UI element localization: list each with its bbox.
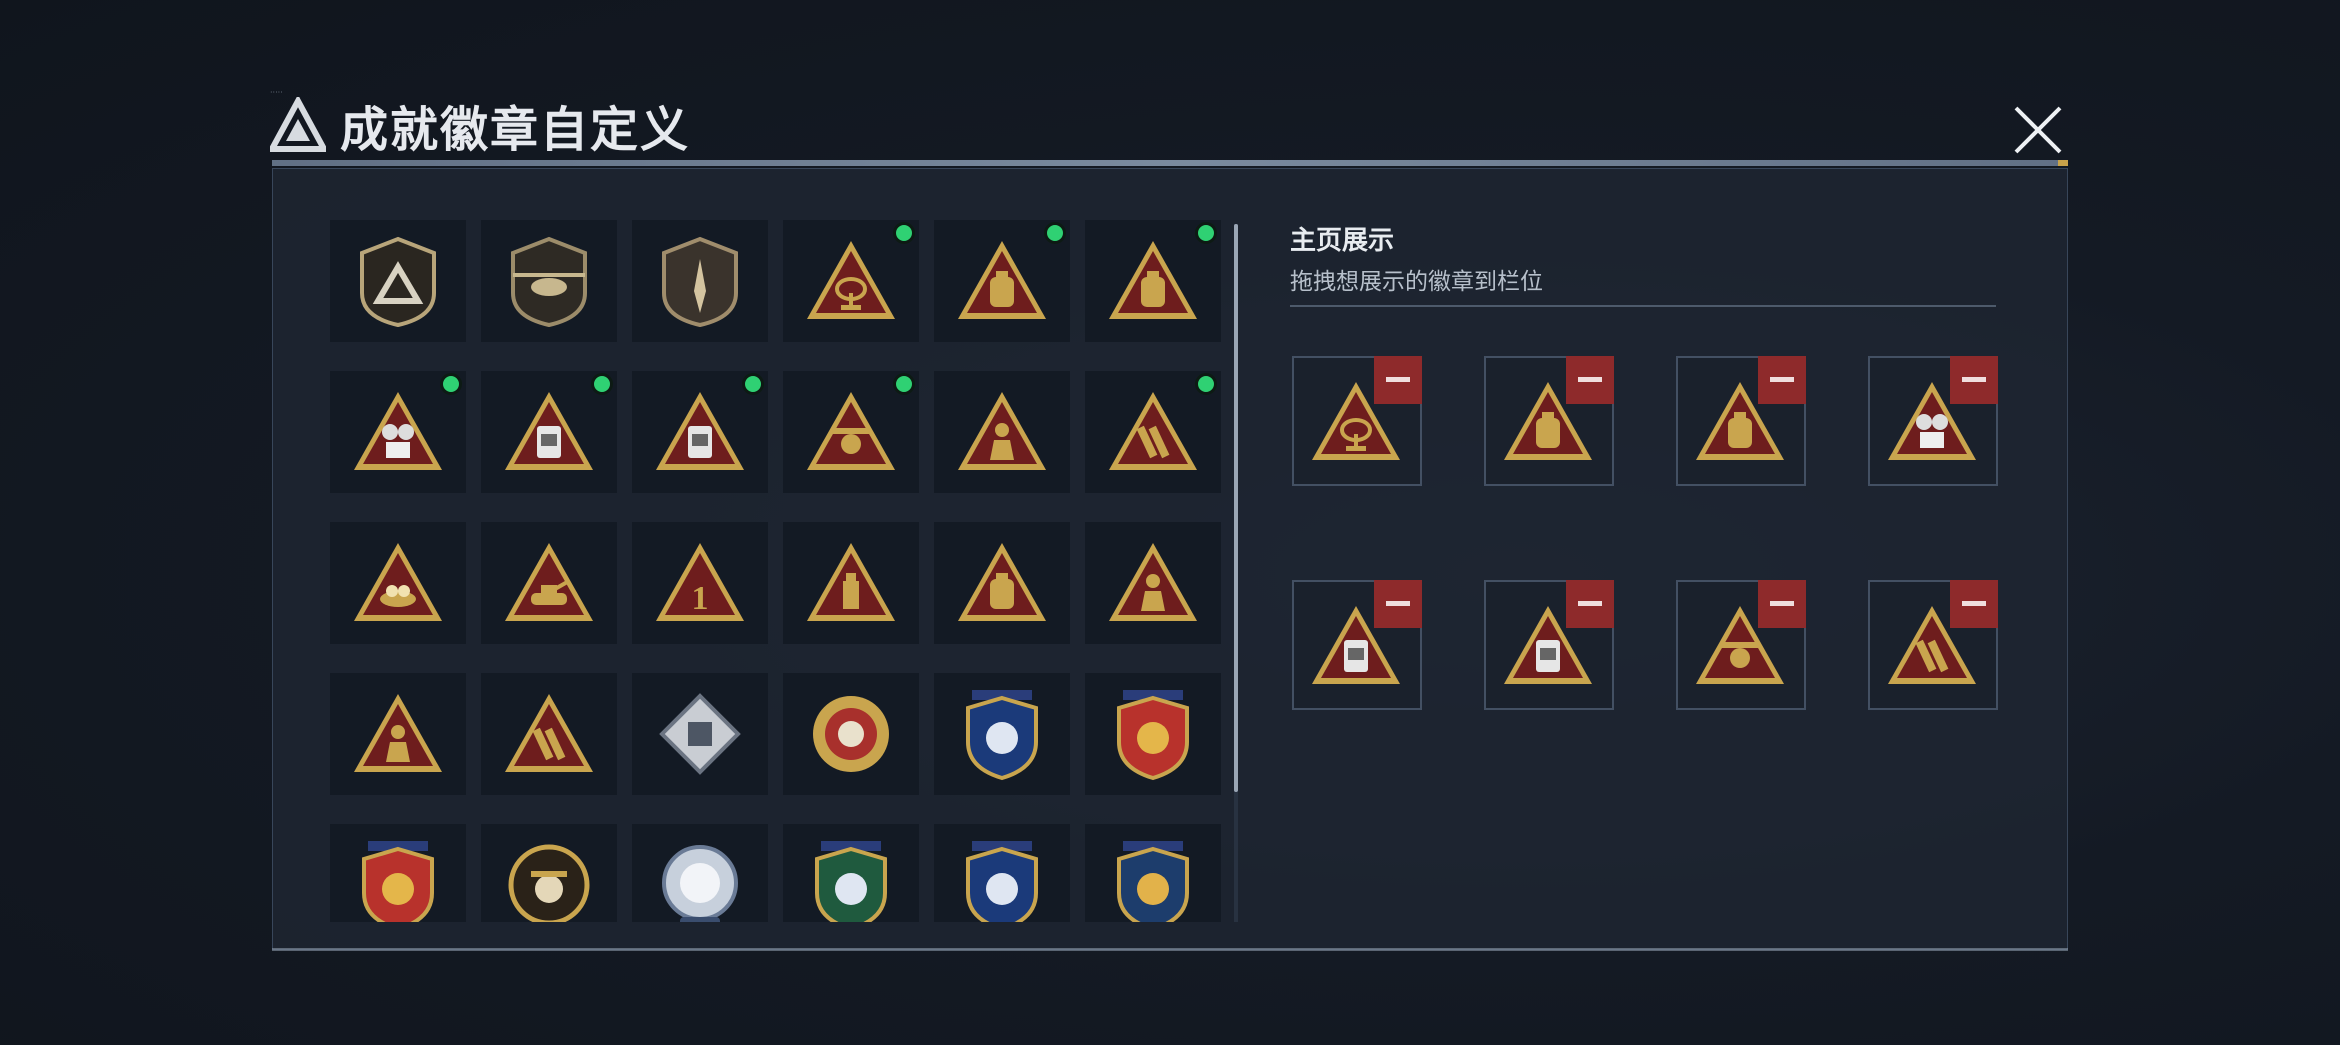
- soldiers-triangle-badge-icon: [354, 694, 442, 772]
- badge-cell[interactable]: [783, 824, 919, 922]
- backpack-s4-triangle-badge-icon: [958, 241, 1046, 319]
- remove-slot-button[interactable]: [1374, 580, 1422, 628]
- badge-cell[interactable]: [934, 371, 1070, 493]
- badge-cell[interactable]: [481, 522, 617, 644]
- nest-eggs-triangle-badge-icon: [354, 543, 442, 621]
- cowboy-skull-coin-badge-icon: [508, 844, 590, 922]
- showcase-slot[interactable]: [1676, 356, 1806, 486]
- number-one-triangle-badge-icon: 1: [656, 543, 744, 621]
- skull-blue-crest-badge-icon: [662, 845, 738, 922]
- badge-cell[interactable]: [330, 371, 466, 493]
- badge-cell[interactable]: [632, 220, 768, 342]
- badge-cell[interactable]: [1085, 673, 1221, 795]
- badge-cell[interactable]: [632, 673, 768, 795]
- badge-cell[interactable]: [934, 220, 1070, 342]
- badge-cell[interactable]: [481, 673, 617, 795]
- badge-cell[interactable]: [783, 673, 919, 795]
- lion-bottle-triangle-badge-icon: [958, 543, 1046, 621]
- badge-cell[interactable]: 1: [632, 522, 768, 644]
- new-indicator-dot: [893, 222, 915, 244]
- badge-cell[interactable]: [330, 673, 466, 795]
- badge-cell[interactable]: [1085, 371, 1221, 493]
- title-divider-accent: [2058, 160, 2068, 166]
- badge-cell[interactable]: [330, 824, 466, 922]
- gold-red-shield-badge-icon: [1117, 690, 1189, 781]
- diamond-tile-badge-icon: [659, 693, 741, 775]
- remove-slot-button[interactable]: [1950, 580, 1998, 628]
- new-indicator-dot: [893, 373, 915, 395]
- panel-bottom-edge: [272, 948, 2068, 951]
- window-title-bar: 成就徽章自定义: [270, 90, 690, 160]
- badge-cell[interactable]: [1085, 522, 1221, 644]
- badge-grid: 1: [330, 220, 1222, 922]
- showcase-slot[interactable]: [1484, 356, 1614, 486]
- badge-cell[interactable]: [481, 371, 617, 493]
- eagle-red-shield-badge-icon: [362, 841, 434, 922]
- canister-s7-triangle-badge-icon: [505, 392, 593, 470]
- new-indicator-dot: [1195, 222, 1217, 244]
- remove-slot-button[interactable]: [1758, 356, 1806, 404]
- new-indicator-dot: [742, 373, 764, 395]
- remove-slot-button[interactable]: [1758, 580, 1806, 628]
- dagger-shield-badge-icon: [662, 236, 738, 328]
- badge-cell[interactable]: [1085, 824, 1221, 922]
- goggles-s6-triangle-badge-icon: [354, 392, 442, 470]
- showcase-slot[interactable]: [1868, 580, 1998, 710]
- badge-cell[interactable]: [934, 522, 1070, 644]
- showcase-title: 主页展示: [1290, 226, 1395, 256]
- remove-slot-button[interactable]: [1950, 356, 1998, 404]
- robot-s8-triangle-badge-icon: [656, 392, 744, 470]
- badge-cell[interactable]: [1085, 220, 1221, 342]
- kneeling-soldier-triangle-badge-icon: [1109, 543, 1197, 621]
- showcase-slot[interactable]: [1484, 580, 1614, 710]
- silver-shield-triangle-badge-icon: [360, 236, 436, 328]
- radar-dish-triangle-badge-icon: [807, 241, 895, 319]
- window-title: 成就徽章自定义: [340, 102, 691, 158]
- showcase-subtitle: 拖拽想展示的徽章到栏位: [1290, 269, 1543, 295]
- crossed-rifle-gold-shield-badge-icon: [1117, 841, 1189, 922]
- usb-drive-triangle-badge-icon: [807, 543, 895, 621]
- badge-cell[interactable]: [481, 220, 617, 342]
- new-indicator-dot: [1044, 222, 1066, 244]
- skull-star-medal-badge-icon: [813, 696, 889, 772]
- badge-cell[interactable]: [783, 220, 919, 342]
- missile-triangle-badge-icon: [505, 694, 593, 772]
- backpack-s5-triangle-badge-icon: [1109, 241, 1197, 319]
- showcase-slot[interactable]: [1676, 580, 1806, 710]
- badge-cell[interactable]: [783, 371, 919, 493]
- rifle-blue-shield-badge-icon: [966, 841, 1038, 922]
- badge-cell[interactable]: [330, 522, 466, 644]
- hooded-figure-triangle-badge-icon: [958, 392, 1046, 470]
- new-indicator-dot: [1195, 373, 1217, 395]
- badge-cell[interactable]: [330, 220, 466, 342]
- badge-cell[interactable]: [934, 673, 1070, 795]
- new-indicator-dot: [591, 373, 613, 395]
- badge-cell[interactable]: [632, 371, 768, 493]
- title-divider: [272, 160, 2068, 166]
- remove-slot-button[interactable]: [1566, 356, 1614, 404]
- scrollbar-thumb[interactable]: [1234, 224, 1238, 792]
- badge-cell[interactable]: [481, 824, 617, 922]
- remove-slot-button[interactable]: [1566, 580, 1614, 628]
- remove-slot-button[interactable]: [1374, 356, 1422, 404]
- showcase-slot[interactable]: [1292, 580, 1422, 710]
- wing-blue-shield-badge-icon: [966, 690, 1038, 781]
- tank-triangle-badge-icon: [505, 543, 593, 621]
- badge-cell[interactable]: [632, 824, 768, 922]
- showcase-slot[interactable]: [1292, 356, 1422, 486]
- close-icon[interactable]: [2008, 100, 2068, 160]
- badge-cell[interactable]: [783, 522, 919, 644]
- triangle-logo-icon: [270, 97, 326, 152]
- showcase-slot[interactable]: [1868, 356, 1998, 486]
- helicopter-shield-badge-icon: [511, 236, 587, 328]
- drone-s9-triangle-badge-icon: [807, 392, 895, 470]
- svg-text:1: 1: [692, 580, 709, 617]
- new-indicator-dot: [440, 373, 462, 395]
- showcase-divider: [1290, 305, 1996, 307]
- badge-cell[interactable]: [934, 824, 1070, 922]
- rocket-launcher-triangle-badge-icon: [1109, 392, 1197, 470]
- rifle-green-shield-badge-icon: [815, 841, 887, 922]
